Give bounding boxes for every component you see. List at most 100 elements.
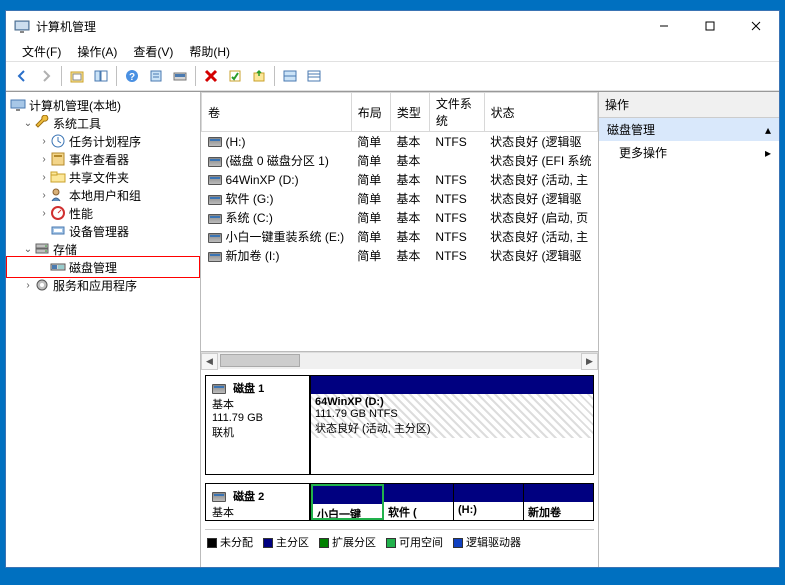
scroll-thumb[interactable] [220, 354, 300, 367]
scroll-right-button[interactable]: ▶ [581, 353, 598, 370]
disk-partitions: 64WinXP (D:)111.79 GB NTFS状态良好 (活动, 主分区) [310, 375, 594, 475]
tree-root[interactable]: 计算机管理(本地) [8, 96, 198, 114]
collapse-icon[interactable]: ⌄ [22, 244, 34, 255]
volume-row[interactable]: 64WinXP (D:)简单基本NTFS状态良好 (活动, 主 [202, 170, 598, 189]
menu-help[interactable]: 帮助(H) [181, 42, 238, 61]
col-fs[interactable]: 文件系统 [429, 93, 484, 132]
volume-row[interactable]: (磁盘 0 磁盘分区 1)简单基本状态良好 (EFI 系统 [202, 151, 598, 170]
export-button[interactable] [248, 65, 270, 87]
settings-button[interactable] [224, 65, 246, 87]
volume-row[interactable]: (H:)简单基本NTFS状态良好 (逻辑驱 [202, 132, 598, 152]
tree-label: 共享文件夹 [69, 169, 129, 186]
disk-info[interactable]: 磁盘 2基本 [205, 483, 310, 521]
expand-icon[interactable]: › [22, 280, 34, 291]
volume-list[interactable]: 卷 布局 类型 文件系统 状态 (H:)简单基本NTFS状态良好 (逻辑驱(磁盘… [201, 92, 598, 352]
device-icon [50, 223, 66, 239]
tree-disk-management[interactable]: 磁盘管理 [8, 258, 198, 276]
action-disk-management[interactable]: 磁盘管理 ▴ [599, 118, 779, 141]
drive-icon [208, 137, 222, 147]
disk-info[interactable]: 磁盘 1基本111.79 GB联机 [205, 375, 310, 475]
navigation-tree[interactable]: 计算机管理(本地) ⌄ 系统工具 › 任务计划程序 › 事件查看器 › 共享文件… [6, 92, 201, 567]
expand-icon[interactable]: › [38, 172, 50, 183]
tree-label: 系统工具 [53, 115, 101, 132]
tree-label: 计算机管理(本地) [29, 97, 121, 114]
volume-row[interactable]: 系统 (C:)简单基本NTFS状态良好 (启动, 页 [202, 208, 598, 227]
disk-icon [212, 492, 226, 502]
col-type[interactable]: 类型 [390, 93, 429, 132]
action-label: 磁盘管理 [607, 121, 655, 138]
drive-icon [208, 195, 222, 205]
expand-icon[interactable]: › [38, 136, 50, 147]
disk-row: 磁盘 1基本111.79 GB联机64WinXP (D:)111.79 GB N… [205, 375, 594, 475]
show-hide-tree-button[interactable] [90, 65, 112, 87]
scroll-left-button[interactable]: ◀ [201, 353, 218, 370]
partition[interactable]: 软件 ( [384, 484, 454, 520]
menu-view[interactable]: 查看(V) [125, 42, 181, 61]
legend-logical: 逻辑驱动器 [466, 537, 521, 549]
tree-services-apps[interactable]: › 服务和应用程序 [8, 276, 198, 294]
partition[interactable]: 64WinXP (D:)111.79 GB NTFS状态良好 (活动, 主分区) [311, 376, 593, 474]
volume-row[interactable]: 软件 (G:)简单基本NTFS状态良好 (逻辑驱 [202, 189, 598, 208]
tree-device-manager[interactable]: 设备管理器 [8, 222, 198, 240]
menu-file[interactable]: 文件(F) [14, 42, 69, 61]
event-icon [50, 151, 66, 167]
partition[interactable]: 新加卷 [524, 484, 593, 520]
actions-panel: 操作 磁盘管理 ▴ 更多操作 ▸ [599, 92, 779, 567]
legend-unalloc: 未分配 [220, 537, 253, 549]
legend-extended: 扩展分区 [332, 537, 376, 549]
disk-map: 磁盘 1基本111.79 GB联机64WinXP (D:)111.79 GB N… [201, 369, 598, 567]
delete-button[interactable] [200, 65, 222, 87]
legend-free: 可用空间 [399, 537, 443, 549]
tree-task-scheduler[interactable]: › 任务计划程序 [8, 132, 198, 150]
disk-mgmt-icon [50, 259, 66, 275]
menubar: 文件(F) 操作(A) 查看(V) 帮助(H) [6, 41, 779, 61]
app-icon [14, 18, 30, 34]
tree-performance[interactable]: › 性能 [8, 204, 198, 222]
forward-button[interactable] [35, 65, 57, 87]
collapse-icon[interactable]: ⌄ [22, 118, 34, 129]
volume-row[interactable]: 新加卷 (I:)简单基本NTFS状态良好 (逻辑驱 [202, 246, 598, 265]
chevron-right-icon: ▸ [765, 146, 771, 160]
close-button[interactable] [733, 11, 779, 41]
tree-label: 磁盘管理 [69, 259, 117, 276]
drive-icon [208, 157, 222, 167]
tree-local-users[interactable]: › 本地用户和组 [8, 186, 198, 204]
col-volume[interactable]: 卷 [202, 93, 352, 132]
drive-icon [208, 214, 222, 224]
refresh-button[interactable] [169, 65, 191, 87]
drive-icon [208, 252, 222, 262]
expand-icon[interactable]: › [38, 154, 50, 165]
clock-icon [50, 133, 66, 149]
toolbar: ? [6, 61, 779, 91]
list-view-button[interactable] [279, 65, 301, 87]
drive-icon [208, 175, 222, 185]
detail-view-button[interactable] [303, 65, 325, 87]
action-more[interactable]: 更多操作 ▸ [599, 141, 779, 164]
tree-shared-folders[interactable]: › 共享文件夹 [8, 168, 198, 186]
services-icon [34, 277, 50, 293]
volume-hscrollbar[interactable]: ◀ ▶ [201, 352, 598, 369]
menu-action[interactable]: 操作(A) [69, 42, 125, 61]
tree-event-viewer[interactable]: › 事件查看器 [8, 150, 198, 168]
col-layout[interactable]: 布局 [351, 93, 390, 132]
svg-text:?: ? [129, 72, 135, 83]
computer-icon [10, 97, 26, 113]
partition[interactable]: 小白一键 [311, 484, 384, 520]
expand-icon[interactable]: › [38, 208, 50, 219]
tree-system-tools[interactable]: ⌄ 系统工具 [8, 114, 198, 132]
up-button[interactable] [66, 65, 88, 87]
help-button[interactable]: ? [121, 65, 143, 87]
maximize-button[interactable] [687, 11, 733, 41]
back-button[interactable] [11, 65, 33, 87]
properties-button[interactable] [145, 65, 167, 87]
disk-partitions: 小白一键软件 ((H:)新加卷 [310, 483, 594, 521]
perf-icon [50, 205, 66, 221]
partition[interactable]: (H:) [454, 484, 524, 520]
col-status[interactable]: 状态 [484, 93, 597, 132]
tree-label: 存储 [53, 241, 77, 258]
volume-row[interactable]: 小白一键重装系统 (E:)简单基本NTFS状态良好 (活动, 主 [202, 227, 598, 246]
disk-row: 磁盘 2基本小白一键软件 ((H:)新加卷 [205, 483, 594, 521]
minimize-button[interactable] [641, 11, 687, 41]
expand-icon[interactable]: › [38, 190, 50, 201]
tree-storage[interactable]: ⌄ 存储 [8, 240, 198, 258]
